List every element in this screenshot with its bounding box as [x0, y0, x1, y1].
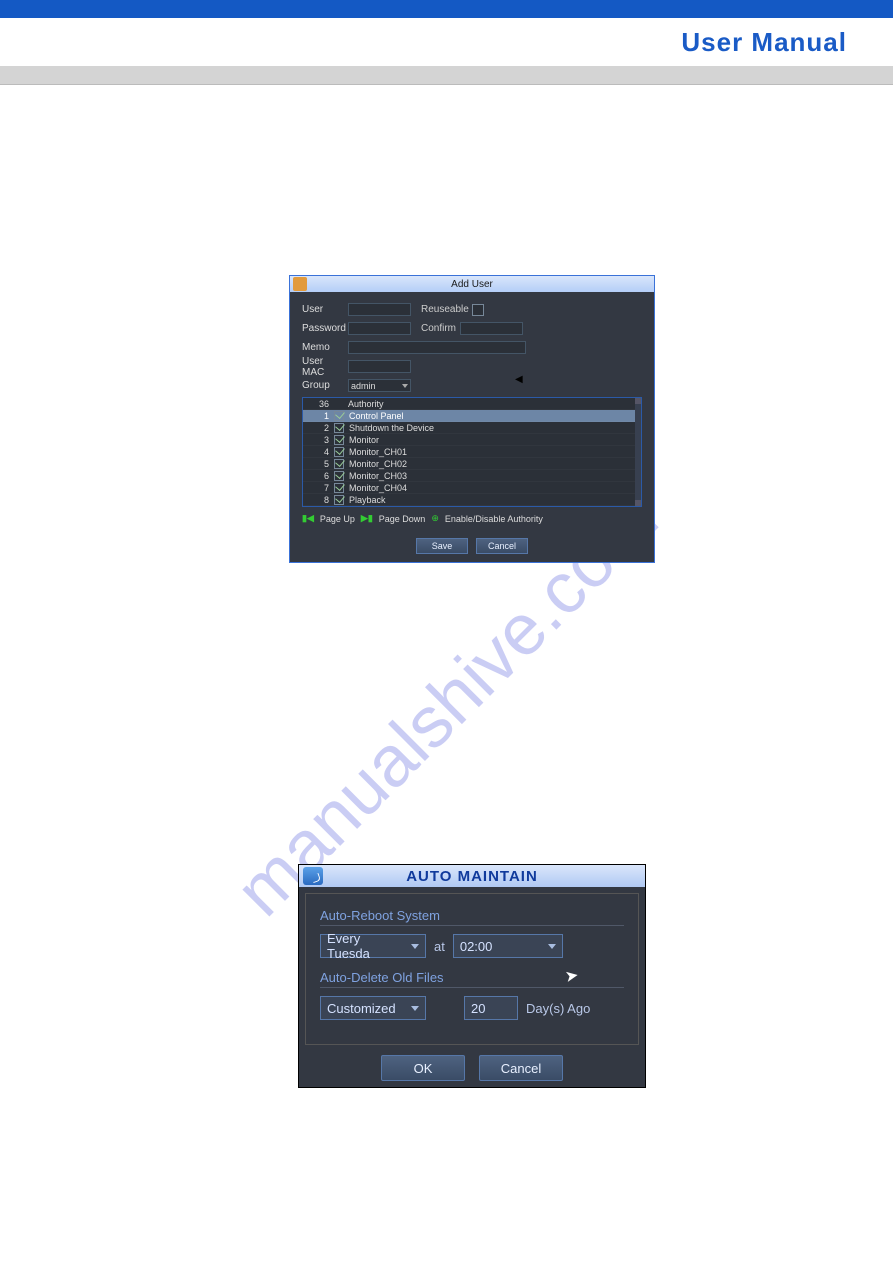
reboot-day-select[interactable]: Every Tuesda: [320, 934, 426, 958]
chevron-down-icon: [548, 944, 556, 949]
chevron-down-icon: [411, 1006, 419, 1011]
reboot-time-value: 02:00: [460, 939, 493, 954]
authority-row-label: Monitor_CH04: [349, 483, 641, 493]
authority-row[interactable]: 3 Monitor: [303, 434, 641, 446]
authority-row[interactable]: 5 Monitor_CH02: [303, 458, 641, 470]
authority-row-label: Playback: [349, 495, 641, 505]
ok-button[interactable]: OK: [381, 1055, 465, 1081]
authority-row-label: Monitor: [349, 435, 641, 445]
user-input[interactable]: [348, 303, 411, 316]
authority-checkbox[interactable]: [334, 495, 344, 505]
authority-checkbox[interactable]: [334, 507, 344, 508]
authority-row[interactable]: 7 Monitor_CH04: [303, 482, 641, 494]
authority-count: 36: [303, 399, 334, 409]
authority-checkbox[interactable]: [334, 423, 344, 433]
add-user-body: User Reuseable Password Confirm Memo Use…: [290, 292, 654, 562]
autoreboot-section: Auto-Reboot System: [320, 908, 624, 926]
authority-row[interactable]: 8 Playback: [303, 494, 641, 506]
authority-checkbox[interactable]: [334, 435, 344, 445]
page-area: manualshive.com Add User User Reuseable …: [0, 85, 893, 1264]
authority-checkbox[interactable]: [334, 471, 344, 481]
pageup-icon: ▮◀: [302, 513, 314, 524]
authority-row[interactable]: 9 Playback_CH01: [303, 506, 641, 507]
at-label: at: [434, 939, 445, 954]
authority-header: 36 Authority: [303, 398, 641, 410]
authority-row-label: Playback_CH01: [349, 507, 641, 508]
authority-checkbox[interactable]: [334, 447, 344, 457]
reuseable-label: Reuseable: [421, 304, 469, 315]
authority-row[interactable]: 4 Monitor_CH01: [303, 446, 641, 458]
authority-row-num: 3: [303, 435, 334, 445]
days-input[interactable]: 20: [464, 996, 518, 1020]
cursor-icon: ◀: [515, 374, 523, 385]
reboot-time-select[interactable]: 02:00: [453, 934, 563, 958]
pageup-label[interactable]: Page Up: [320, 514, 355, 524]
cursor-icon: ➤: [563, 965, 580, 987]
authority-row[interactable]: 6 Monitor_CH03: [303, 470, 641, 482]
authority-header-label: Authority: [348, 399, 641, 409]
confirm-input[interactable]: [460, 322, 523, 335]
auto-maintain-title: AUTO MAINTAIN: [299, 868, 645, 885]
group-value: admin: [351, 381, 376, 391]
authority-row-label: Control Panel: [349, 411, 641, 421]
header-row: User Manual: [0, 18, 893, 66]
authority-row-label: Monitor_CH03: [349, 471, 641, 481]
user-label: User: [302, 304, 348, 315]
delete-mode-select[interactable]: Customized: [320, 996, 426, 1020]
usermac-input[interactable]: [348, 360, 411, 373]
group-label: Group: [302, 380, 348, 391]
authority-list[interactable]: 36 Authority 1Control Panel2Shutdown the…: [302, 397, 642, 507]
memo-input[interactable]: [348, 341, 526, 354]
authority-scrollbar[interactable]: [635, 398, 641, 506]
enable-label[interactable]: Enable/Disable Authority: [445, 514, 543, 524]
authority-row-num: 2: [303, 423, 334, 433]
authority-row-num: 6: [303, 471, 334, 481]
scroll-down-icon[interactable]: [635, 500, 641, 506]
password-label: Password: [302, 323, 348, 334]
paging-row: ▮◀ Page Up ▶▮ Page Down ⊕ Enable/Disable…: [302, 513, 642, 524]
authority-row-num: 4: [303, 447, 334, 457]
memo-label: Memo: [302, 342, 348, 353]
days-suffix: Day(s) Ago: [526, 1001, 590, 1016]
chevron-down-icon: [402, 384, 408, 388]
top-blue-bar: [0, 0, 893, 18]
authority-row-num: 7: [303, 483, 334, 493]
authority-row-num: 1: [303, 411, 334, 421]
auto-maintain-dialog: AUTO MAINTAIN Auto-Reboot System Every T…: [298, 864, 646, 1088]
authority-checkbox[interactable]: [334, 459, 344, 469]
cancel-button[interactable]: Cancel: [479, 1055, 563, 1081]
authority-row-label: Monitor_CH01: [349, 447, 641, 457]
add-user-dialog: Add User User Reuseable Password Confirm…: [289, 275, 655, 563]
cancel-button[interactable]: Cancel: [476, 538, 528, 554]
delete-mode-value: Customized: [327, 1001, 396, 1016]
add-user-titlebar: Add User: [290, 276, 654, 292]
password-input[interactable]: [348, 322, 411, 335]
header-title: User Manual: [681, 27, 847, 58]
reuseable-checkbox[interactable]: [472, 304, 484, 316]
days-value: 20: [471, 1001, 485, 1016]
authority-row[interactable]: 1 Control Panel: [303, 410, 641, 422]
chevron-down-icon: [411, 944, 419, 949]
authority-checkbox[interactable]: [334, 483, 344, 493]
pagedown-icon: ▶▮: [361, 513, 373, 524]
usermac-label: User MAC: [302, 356, 348, 378]
authority-row[interactable]: 2 Shutdown the Device: [303, 422, 641, 434]
auto-maintain-body: Auto-Reboot System Every Tuesda at 02:00…: [305, 893, 639, 1045]
add-user-title: Add User: [290, 279, 654, 290]
authority-row-num: 8: [303, 495, 334, 505]
authority-row-label: Monitor_CH02: [349, 459, 641, 469]
confirm-label: Confirm: [421, 323, 456, 334]
authority-row-num: 9: [303, 507, 334, 508]
scroll-up-icon[interactable]: [635, 398, 641, 404]
authority-row-label: Shutdown the Device: [349, 423, 641, 433]
reboot-day-value: Every Tuesda: [327, 931, 405, 961]
pagedown-label[interactable]: Page Down: [379, 514, 426, 524]
enable-icon: ⊕: [431, 513, 439, 524]
authority-row-num: 5: [303, 459, 334, 469]
group-select[interactable]: admin: [348, 379, 411, 392]
grey-strip: [0, 66, 893, 85]
auto-maintain-titlebar: AUTO MAINTAIN: [299, 865, 645, 887]
authority-checkbox[interactable]: [334, 411, 344, 421]
save-button[interactable]: Save: [416, 538, 468, 554]
